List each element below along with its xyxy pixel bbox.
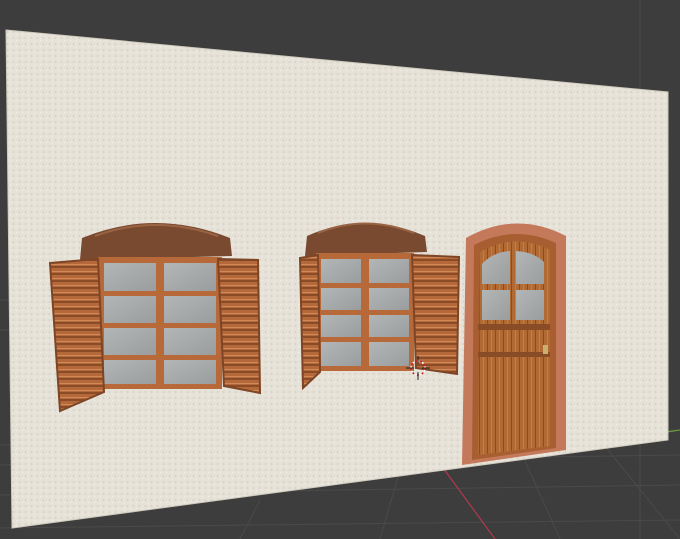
shutter-right[interactable] <box>216 257 262 395</box>
window-left[interactable] <box>48 223 262 413</box>
shutter-right[interactable] <box>410 253 461 376</box>
door-handle[interactable] <box>543 345 548 354</box>
viewport-canvas[interactable] <box>0 0 680 539</box>
shutter-left[interactable] <box>48 257 106 413</box>
3d-viewport[interactable] <box>0 0 680 539</box>
door[interactable] <box>462 223 566 465</box>
shutter-left[interactable] <box>298 253 322 391</box>
